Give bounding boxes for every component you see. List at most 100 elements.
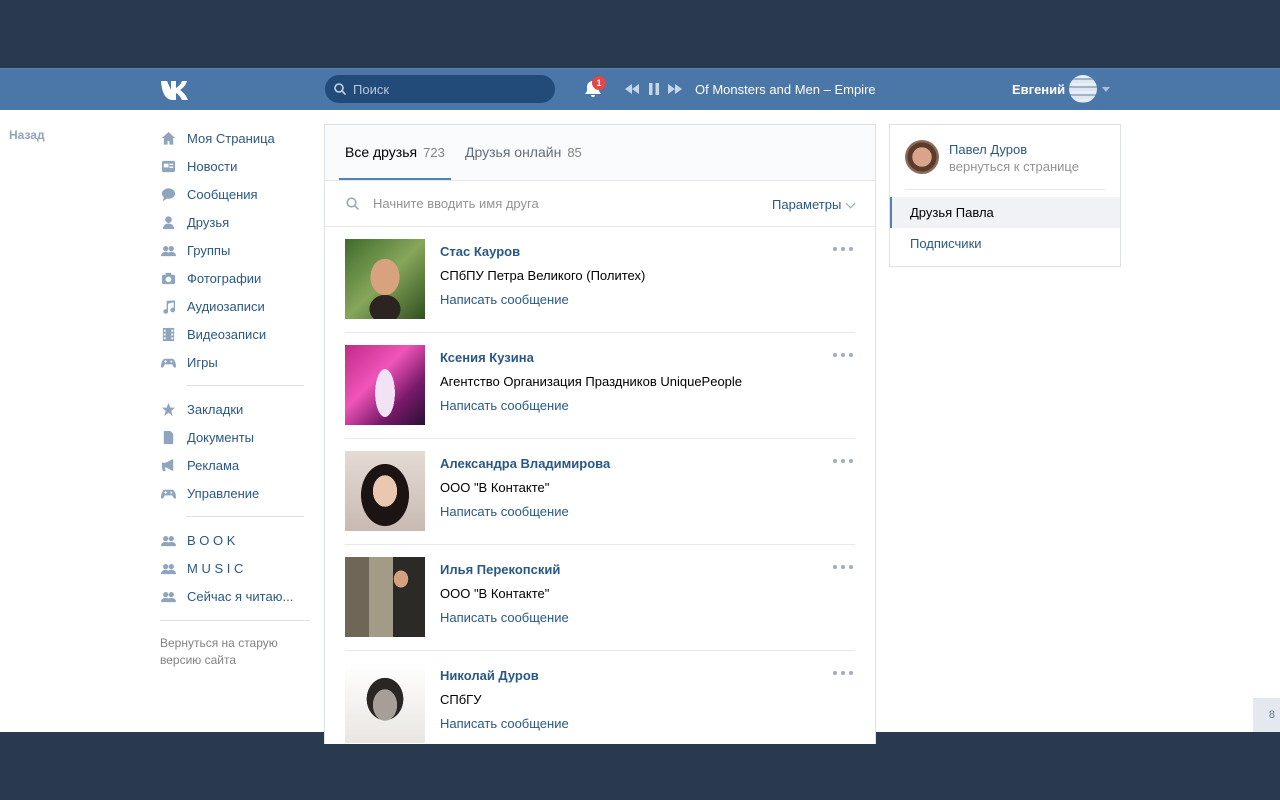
chevron-down-icon[interactable] <box>845 198 856 209</box>
tab-count: 723 <box>423 145 445 160</box>
group-icon <box>160 560 176 576</box>
left-sidebar: Моя Страница Новости Сообщения Друзья Гр… <box>160 124 310 669</box>
tab-online-friends[interactable]: Друзья онлайн 85 <box>465 144 582 160</box>
sidebar-item-group-reading[interactable]: Сейчас я читаю... <box>160 582 310 610</box>
write-message-link[interactable]: Написать сообщение <box>440 504 569 519</box>
friend-avatar[interactable] <box>345 345 425 425</box>
friend-row: Николай Дуров СПбГУ Написать сообщение <box>345 651 855 756</box>
page-body: Назад Моя Страница Новости Сообщения Дру… <box>0 110 1280 744</box>
search-box[interactable] <box>325 75 555 103</box>
camera-icon <box>160 270 176 286</box>
page-number-indicator[interactable]: 8 <box>1253 698 1280 732</box>
music-note-icon <box>160 298 176 314</box>
friends-filter-bar: Параметры <box>325 181 875 227</box>
news-icon <box>160 158 176 174</box>
sidebar-item-video[interactable]: Видеозаписи <box>160 320 310 348</box>
groups-icon <box>160 242 176 258</box>
top-header: 1 Of Monsters and Men – Empire Евгений <box>0 68 1280 110</box>
friend-search-input[interactable] <box>373 181 733 226</box>
group-icon <box>160 532 176 548</box>
back-link[interactable]: Назад <box>9 128 45 142</box>
tab-label: Друзья онлайн <box>465 144 562 160</box>
friend-avatar[interactable] <box>345 557 425 637</box>
friend-name[interactable]: Стас Кауров <box>440 244 520 259</box>
old-version-link[interactable]: Вернуться на старую версию сайта <box>160 635 310 669</box>
owner-name-link[interactable]: Павел Дуров <box>949 142 1027 157</box>
nav-item-followers[interactable]: Подписчики <box>910 236 982 251</box>
sidebar-item-friends[interactable]: Друзья <box>160 208 310 236</box>
sidebar-item-groups[interactable]: Группы <box>160 236 310 264</box>
more-options-icon[interactable] <box>833 563 853 571</box>
next-track-icon[interactable] <box>668 82 682 96</box>
write-message-link[interactable]: Написать сообщение <box>440 292 569 307</box>
chevron-down-icon[interactable] <box>1102 87 1110 92</box>
user-name[interactable]: Евгений <box>1012 82 1065 97</box>
friend-info: ООО "В Контакте" <box>440 480 550 495</box>
more-options-icon[interactable] <box>833 669 853 677</box>
sidebar-item-news[interactable]: Новости <box>160 152 310 180</box>
more-options-icon[interactable] <box>833 351 853 359</box>
owner-avatar[interactable] <box>905 140 939 174</box>
friend-name[interactable]: Александра Владимирова <box>440 456 610 471</box>
friend-avatar[interactable] <box>345 663 425 743</box>
panel-divider <box>905 189 1105 190</box>
sidebar-item-label: Реклама <box>187 457 240 473</box>
friend-name[interactable]: Ксения Кузина <box>440 350 534 365</box>
previous-track-icon[interactable] <box>625 82 639 96</box>
search-icon <box>334 83 346 95</box>
film-icon <box>160 326 176 342</box>
notification-badge: 1 <box>592 76 606 90</box>
sidebar-item-messages[interactable]: Сообщения <box>160 180 310 208</box>
vk-logo-icon[interactable] <box>160 78 194 100</box>
gamepad-icon <box>160 485 176 501</box>
sidebar-item-label: Аудиозаписи <box>187 298 265 314</box>
sidebar-item-bookmarks[interactable]: Закладки <box>160 395 310 423</box>
sidebar-item-games[interactable]: Игры <box>160 348 310 376</box>
active-tab-indicator <box>339 178 451 180</box>
write-message-link[interactable]: Написать сообщение <box>440 398 569 413</box>
sidebar-item-manage[interactable]: Управление <box>160 479 310 507</box>
document-icon <box>160 429 176 445</box>
sidebar-item-label: Управление <box>187 485 260 501</box>
more-options-icon[interactable] <box>833 245 853 253</box>
user-avatar[interactable] <box>1069 75 1097 103</box>
tab-all-friends[interactable]: Все друзья 723 <box>345 144 445 160</box>
friend-avatar[interactable] <box>345 451 425 531</box>
sidebar-item-label: Моя Страница <box>187 130 275 146</box>
sidebar-item-photos[interactable]: Фотографии <box>160 264 310 292</box>
friend-name[interactable]: Николай Дуров <box>440 668 539 683</box>
sidebar-item-label: Группы <box>187 242 231 258</box>
friend-info: Агентство Организация Праздников UniqueP… <box>440 374 743 389</box>
write-message-link[interactable]: Написать сообщение <box>440 716 569 731</box>
friends-icon <box>160 214 176 230</box>
now-playing-track[interactable]: Of Monsters and Men – Empire <box>695 82 876 97</box>
sidebar-item-documents[interactable]: Документы <box>160 423 310 451</box>
sidebar-item-label: M U S I C <box>187 560 244 576</box>
friend-name[interactable]: Илья Перекопский <box>440 562 560 577</box>
friend-info: ООО "В Контакте" <box>440 586 550 601</box>
sidebar-item-audio[interactable]: Аудиозаписи <box>160 292 310 320</box>
top-backdrop <box>0 0 1280 68</box>
friend-avatar[interactable] <box>345 239 425 319</box>
search-input[interactable] <box>353 75 548 103</box>
friend-row: Александра Владимирова ООО "В Контакте" … <box>345 439 855 545</box>
sidebar-item-my-page[interactable]: Моя Страница <box>160 124 310 152</box>
friend-info: СПбГУ <box>440 692 482 707</box>
friend-row: Илья Перекопский ООО "В Контакте" Написа… <box>345 545 855 651</box>
friend-row: Ксения Кузина Агентство Организация Праз… <box>345 333 855 439</box>
sidebar-divider <box>186 516 304 517</box>
nav-item-pavel-friends[interactable]: Друзья Павла <box>890 197 1120 228</box>
sidebar-item-label: Игры <box>187 354 218 370</box>
sidebar-item-label: Сейчас я читаю... <box>187 588 294 604</box>
write-message-link[interactable]: Написать сообщение <box>440 610 569 625</box>
return-to-page-link[interactable]: вернуться к странице <box>949 159 1079 174</box>
sidebar-item-group-book[interactable]: B O O K <box>160 526 310 554</box>
sidebar-divider <box>160 620 310 621</box>
sidebar-item-label: Новости <box>187 158 238 174</box>
parameters-button[interactable]: Параметры <box>772 197 841 212</box>
sidebar-item-group-music[interactable]: M U S I C <box>160 554 310 582</box>
pause-icon[interactable] <box>648 82 660 96</box>
more-options-icon[interactable] <box>833 457 853 465</box>
home-icon <box>160 130 176 146</box>
sidebar-item-ads[interactable]: Реклама <box>160 451 310 479</box>
